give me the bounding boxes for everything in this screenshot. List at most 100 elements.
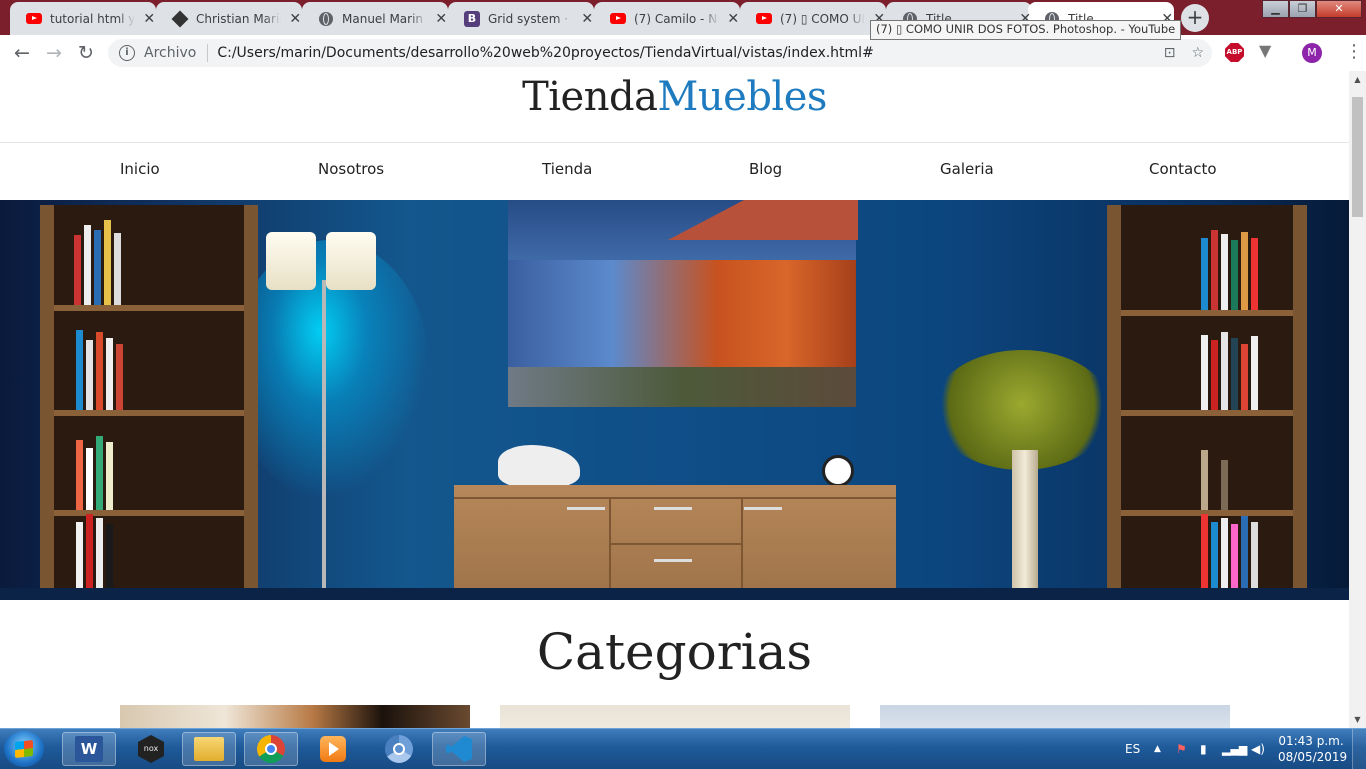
scroll-up-icon[interactable]: ▲ [1349,71,1366,88]
address-bar[interactable]: i Archivo C:/Users/marin/Documents/desar… [108,39,1212,67]
category-card[interactable] [500,705,850,728]
chrome-icon [257,735,285,763]
close-icon[interactable]: ✕ [581,11,594,27]
globe-icon [318,11,334,27]
tree-trunk [1012,450,1038,600]
decor-clock [822,455,854,487]
bootstrap-icon: B [464,10,480,27]
taskbar-file-explorer[interactable] [182,732,236,766]
wall-painting [508,200,858,407]
codepen-icon [171,10,189,27]
lamp-pole [322,280,326,600]
nav-inicio[interactable]: Inicio [120,160,160,178]
clock-time: 01:43 p.m. [1278,734,1344,748]
bookshelf-left [40,205,258,600]
url-text[interactable]: C:/Users/marin/Documents/desarrollo%20we… [217,45,873,61]
tab-title: (7) Camilo - No [634,11,719,26]
hero-image [0,200,1349,600]
brand-text-muebles: Muebles [657,74,827,120]
tab-tutorial[interactable]: tutorial html y c ✕ [10,2,156,35]
tab-christian[interactable]: Christian Marin ✕ [156,2,302,35]
forward-arrow-icon[interactable]: → [43,42,65,64]
tab-title: Manuel Marin A [342,11,427,26]
tab-como-unir[interactable]: (7) ▯ COMO UN ✕ [740,2,886,35]
info-icon[interactable]: i [119,45,135,61]
start-button[interactable] [4,731,44,767]
avatar[interactable]: M [1302,43,1322,63]
network-error-icon[interactable]: ⚑ [1176,729,1187,769]
taskbar-chromium[interactable] [372,732,426,766]
system-clock[interactable]: 01:43 p.m. 08/05/2019 [1278,733,1347,765]
lamp-shade [326,232,376,290]
chromium-icon [385,735,413,763]
category-card[interactable] [880,705,1230,728]
browser-toolbar: ← → ↻ i Archivo C:/Users/marin/Documents… [0,35,1366,72]
tab-title: (7) ▯ COMO UN [780,11,865,26]
close-icon[interactable]: ✕ [289,11,302,27]
youtube-icon [26,11,42,27]
minimize-button[interactable]: ▁ [1262,0,1289,18]
close-icon[interactable]: ✕ [143,11,156,27]
windows-logo-icon [15,740,33,758]
lamp-shade [266,232,316,290]
decor-statue [498,445,580,487]
page-scrollbar[interactable]: ▲ ▼ [1349,71,1366,728]
bookmark-star-icon[interactable]: ☆ [1191,45,1204,61]
scroll-thumb[interactable] [1352,97,1363,217]
nav-galeria[interactable]: Galeria [940,160,994,178]
nav-nosotros[interactable]: Nosotros [318,160,384,178]
close-icon[interactable]: ✕ [727,11,740,27]
category-card[interactable] [120,705,470,728]
taskbar-chrome[interactable] [244,732,298,766]
youtube-icon [756,11,772,27]
taskbar-nox[interactable]: nox [124,732,178,766]
tab-tooltip: (7) ▯ COMO UNIR DOS FOTOS. Photoshop. - … [870,20,1182,40]
nav-contacto[interactable]: Contacto [1149,160,1217,178]
nav-tienda[interactable]: Tienda [542,160,592,178]
taskbar-media-player[interactable] [306,732,360,766]
media-player-icon [320,736,346,762]
word-icon: W [75,736,103,762]
window-controls: ▁ ❐ ✕ [1262,0,1362,18]
nav-blog[interactable]: Blog [749,160,782,178]
tab-grid-system[interactable]: B Grid system · Bo ✕ [448,2,594,35]
youtube-icon [610,11,626,27]
tab-manuel[interactable]: Manuel Marin A ✕ [302,2,448,35]
maximize-button[interactable]: ❐ [1289,0,1316,18]
sideboard [454,485,896,600]
adblock-icon[interactable]: ABP [1225,43,1244,62]
power-icon[interactable]: ▮ [1200,729,1207,769]
tab-camilo[interactable]: (7) Camilo - No ✕ [594,2,740,35]
windows-taskbar: W nox ES ▲ ⚑ ▮ ▂▄▆ ◀) 01:43 p.m. 08/05/2… [0,728,1366,769]
new-tab-button[interactable]: + [1181,4,1209,32]
divider [0,142,1349,143]
folder-icon [194,737,224,761]
taskbar-vscode[interactable] [432,732,486,766]
extension-v-icon[interactable]: ▼ [1259,41,1271,60]
translate-icon[interactable]: ⊡ [1164,45,1176,61]
language-indicator[interactable]: ES [1125,729,1140,769]
back-arrow-icon[interactable]: ← [11,42,33,64]
tab-title: tutorial html y c [50,11,135,26]
show-desktop-button[interactable] [1352,729,1366,769]
tab-title: Grid system · Bo [488,11,573,26]
reload-icon[interactable]: ↻ [75,42,97,64]
bookshelf-right [1107,205,1307,600]
brand-text-tienda: Tienda [522,74,658,120]
taskbar-word[interactable]: W [62,732,116,766]
show-hidden-icons-icon[interactable]: ▲ [1154,729,1161,769]
floor [0,588,1349,600]
brand-logo[interactable]: TiendaMuebles [0,73,1349,121]
volume-icon[interactable]: ◀) [1251,729,1265,769]
vscode-icon [446,736,472,762]
signal-icon[interactable]: ▂▄▆ [1222,729,1247,769]
scroll-down-icon[interactable]: ▼ [1349,711,1366,728]
page-viewport: TiendaMuebles Inicio Nosotros Tienda Blo… [0,71,1349,728]
scheme-label: Archivo [144,45,197,61]
tab-title: Christian Marin [196,11,281,26]
close-icon[interactable]: ✕ [435,11,448,27]
section-title: Categorias [536,623,813,681]
nox-icon: nox [138,735,164,763]
menu-dots-icon[interactable]: ⋮ [1345,41,1363,62]
close-window-button[interactable]: ✕ [1316,0,1362,18]
